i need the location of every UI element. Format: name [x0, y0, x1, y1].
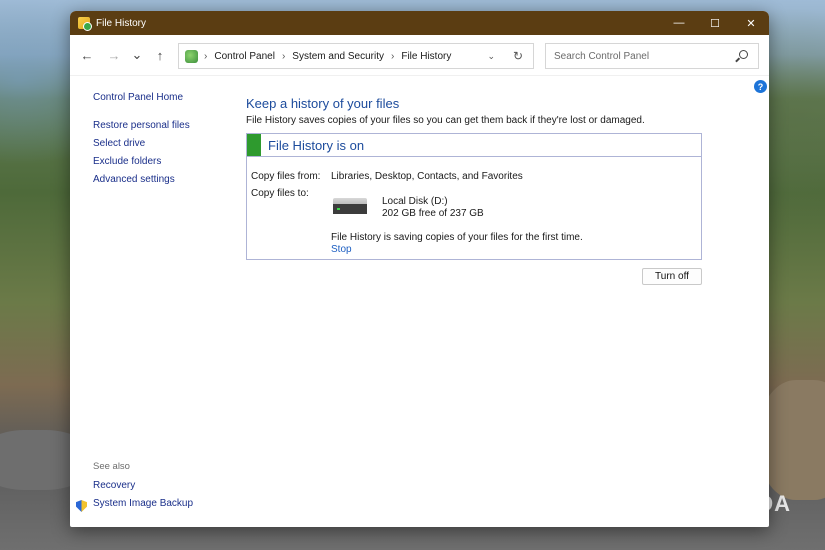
status-header: File History is on [247, 134, 701, 157]
breadcrumb-file-history[interactable]: File History [401, 51, 451, 62]
breadcrumb-control-panel[interactable]: Control Panel [214, 51, 275, 62]
see-also-recovery[interactable]: Recovery [93, 477, 193, 495]
title-bar[interactable]: File History — ☐ ✕ [70, 11, 769, 35]
help-icon[interactable]: ? [754, 80, 767, 93]
drive-name: Local Disk (D:) [382, 196, 448, 207]
see-also-system-image-backup[interactable]: System Image Backup [93, 495, 193, 513]
sidebar-restore-personal-files[interactable]: Restore personal files [93, 117, 243, 135]
search-icon[interactable] [739, 50, 748, 59]
window-title: File History [96, 17, 147, 29]
wallpaper-rock [760, 380, 825, 500]
uac-shield-icon [76, 500, 87, 512]
refresh-icon[interactable]: ↻ [513, 49, 523, 63]
address-dropdown-icon[interactable]: ⌄ [487, 51, 495, 62]
sidebar-exclude-folders[interactable]: Exclude folders [93, 153, 243, 171]
breadcrumb-system-and-security[interactable]: System and Security [292, 51, 384, 62]
file-history-window: File History — ☐ ✕ ← → ⌄ ↑ › Control Pan… [70, 11, 769, 527]
breadcrumb-separator: › [281, 50, 286, 62]
main-content: Keep a history of your files File Histor… [246, 95, 706, 260]
copy-from-label: Copy files from: [251, 171, 321, 182]
sidebar-select-drive[interactable]: Select drive [93, 135, 243, 153]
hard-drive-icon [333, 198, 367, 214]
breadcrumb-separator: › [204, 50, 208, 62]
see-also-links: Recovery System Image Backup [76, 477, 193, 513]
file-history-icon [78, 17, 92, 31]
turn-off-button[interactable]: Turn off [642, 268, 702, 285]
sidebar-advanced-settings[interactable]: Advanced settings [93, 171, 243, 189]
forward-button[interactable]: → [103, 44, 125, 66]
window-controls: — ☐ ✕ [661, 11, 769, 35]
search-input[interactable] [552, 49, 736, 63]
progress-text: File History is saving copies of your fi… [331, 232, 583, 243]
page-description: File History saves copies of your files … [246, 115, 645, 126]
status-on-indicator [247, 134, 261, 156]
close-button[interactable]: ✕ [733, 11, 769, 35]
sidebar: Control Panel Home Restore personal file… [93, 89, 243, 189]
control-panel-icon [185, 49, 198, 63]
recent-locations-button[interactable]: ⌄ [126, 44, 148, 66]
back-button[interactable]: ← [76, 44, 98, 66]
maximize-button[interactable]: ☐ [697, 11, 733, 35]
address-bar[interactable]: › Control Panel › System and Security › … [178, 43, 534, 69]
up-button[interactable]: ↑ [149, 44, 171, 66]
breadcrumb-separator: › [391, 50, 395, 62]
minimize-button[interactable]: — [661, 11, 697, 35]
drive-space: 202 GB free of 237 GB [382, 208, 484, 219]
status-panel: File History is on Copy files from: Libr… [246, 133, 702, 260]
status-title: File History is on [268, 137, 365, 153]
search-box[interactable] [545, 43, 759, 69]
copy-to-label: Copy files to: [251, 188, 309, 199]
page-title: Keep a history of your files [246, 96, 400, 111]
sidebar-control-panel-home[interactable]: Control Panel Home [93, 89, 243, 107]
see-also-label: See also [93, 461, 130, 472]
stop-link[interactable]: Stop [331, 244, 352, 255]
copy-from-value: Libraries, Desktop, Contacts, and Favori… [331, 171, 523, 182]
